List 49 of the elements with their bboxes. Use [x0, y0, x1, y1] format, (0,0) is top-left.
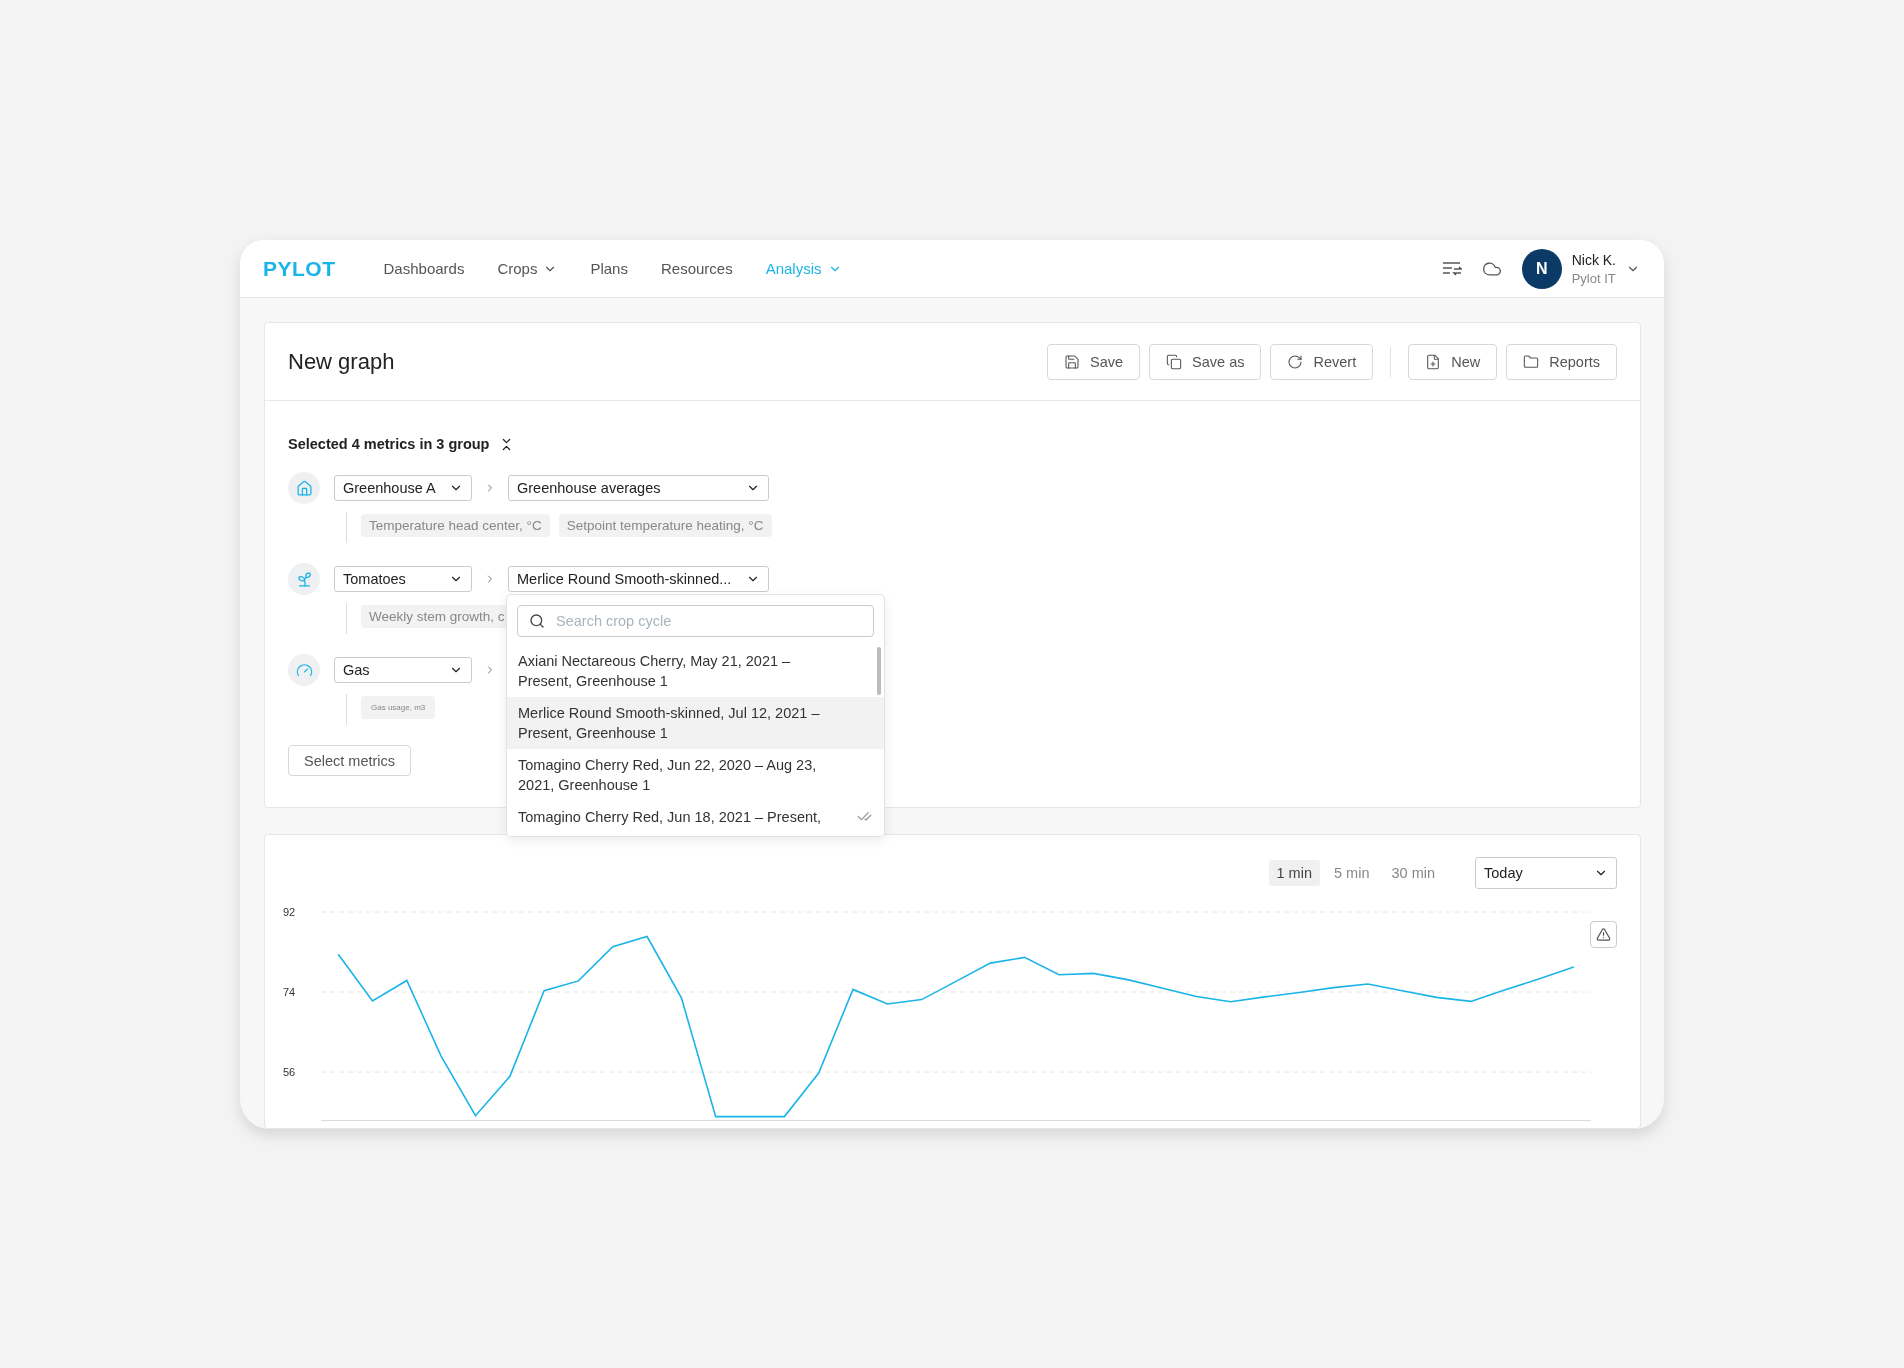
subgroup-select[interactable]: Merlice Round Smooth-skinned... — [508, 566, 769, 592]
subgroup-select[interactable]: Greenhouse averages — [508, 475, 769, 501]
user-name: Nick K. — [1571, 251, 1616, 268]
axis-tick-label: 74 — [283, 986, 296, 999]
interval-tab[interactable]: 30 min — [1383, 860, 1443, 886]
save-icon — [1064, 353, 1080, 370]
scrollbar-thumb[interactable] — [877, 647, 881, 695]
nav-link[interactable]: Dashboards — [383, 260, 465, 277]
dropdown-option[interactable]: Tomagino Cherry Red, Jun 22, 2020 – Aug 23, 2021, Greenhouse 1 — [507, 749, 884, 801]
house-icon — [295, 479, 313, 497]
warning-icon — [1596, 927, 1611, 942]
refresh-icon — [1287, 353, 1304, 370]
copy-icon — [1166, 353, 1183, 370]
gauge-icon — [295, 661, 313, 679]
avatar: N — [1521, 248, 1562, 289]
toolbar-button[interactable]: Revert — [1270, 343, 1374, 380]
metric-tag: Setpoint temperature heating, °C — [558, 514, 772, 537]
toolbar-button[interactable]: Save — [1047, 343, 1141, 380]
dropdown-option[interactable]: Axiani Nectareous Cherry, May 21, 2021 – Present, Greenhouse 1 — [507, 645, 884, 697]
group-select[interactable]: Tomatoes — [334, 566, 472, 592]
metric-tag: Gas usage, m3 — [361, 696, 436, 719]
axis-tick-label: 92 — [283, 906, 296, 918]
axis-tick-label: 56 — [283, 1066, 296, 1079]
warning-button[interactable] — [1590, 921, 1617, 948]
nav-link[interactable]: Plans — [590, 260, 628, 277]
search-field[interactable]: Search crop cycle — [517, 605, 874, 637]
user-menu[interactable]: N Nick K. Pylot IT — [1521, 248, 1640, 289]
interval-tab[interactable]: 5 min — [1326, 860, 1378, 886]
dropdown-option[interactable]: Tomagino Cherry Red, Jun 18, 2021 – Present, — [507, 801, 884, 836]
user-organization: Pylot IT — [1571, 270, 1616, 286]
page-title: New graph — [288, 348, 395, 375]
sort-arrows-icon[interactable] — [1441, 260, 1462, 277]
metric-tag: Temperature head center, °C — [361, 514, 550, 537]
sprout-icon — [295, 570, 313, 588]
range-select[interactable]: Today — [1475, 857, 1617, 889]
folder-icon — [1523, 353, 1540, 370]
group-select[interactable]: Gas — [334, 657, 472, 683]
nav-link[interactable]: Crops — [497, 260, 558, 277]
toolbar-button[interactable]: Reports — [1506, 343, 1617, 380]
nav-link[interactable]: Resources — [660, 260, 733, 277]
group-select[interactable]: Greenhouse A — [334, 475, 472, 501]
file-plus-icon — [1425, 353, 1442, 370]
interval-tab[interactable]: 1 min — [1268, 860, 1320, 886]
selection-summary: Selected 4 metrics in 3 group — [288, 436, 490, 452]
dropdown-option[interactable]: Merlice Round Smooth-skinned, Jul 12, 2021 – Present, Greenhouse 1 — [507, 697, 884, 749]
search-icon — [529, 613, 545, 629]
toolbar-button[interactable]: Save as — [1149, 343, 1262, 380]
toolbar-button[interactable]: New — [1408, 343, 1498, 380]
select-metrics-button[interactable]: Select metrics — [288, 745, 412, 776]
